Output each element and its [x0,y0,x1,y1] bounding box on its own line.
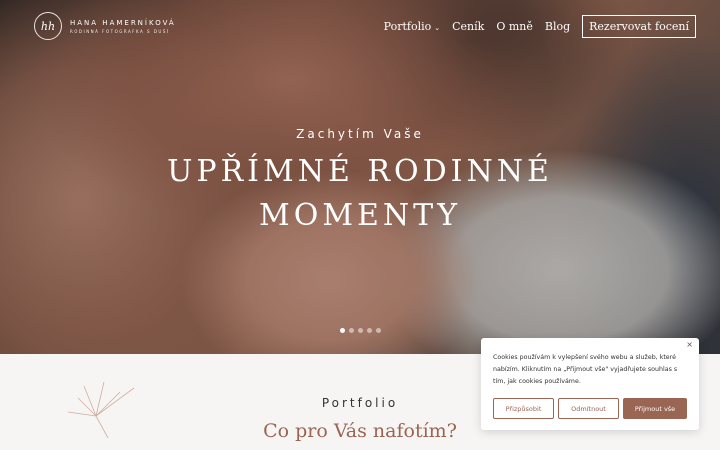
cookie-text: Cookies používám k vylepšení svého webu … [493,354,678,385]
logo-monogram: hh [34,12,62,40]
hero-title-line-2: MOMENTY [259,198,461,233]
nav-item-label: Portfolio [383,20,432,33]
logo-subtitle: RODINNÁ FOTOGRAFKA S DUŠÍ [70,28,170,34]
slider-dot[interactable] [349,328,354,333]
nav-item-o-mne[interactable]: O mně [496,20,533,33]
site-logo[interactable]: hh HANA HAMERNÍKOVÁ RODINNÁ FOTOGRAFKA S… [34,12,176,40]
cookie-banner: × Cookies používám k vylepšení svého web… [481,338,699,430]
slider-dot[interactable] [340,328,345,333]
cookie-customize-button[interactable]: Přizpůsobit [493,398,554,419]
slider-dot[interactable] [376,328,381,333]
nav-item-blog[interactable]: Blog [545,20,570,33]
slider-dot[interactable] [367,328,372,333]
logo-name: HANA HAMERNÍKOVÁ [70,18,176,27]
cookie-reject-button[interactable]: Odmítnout [558,398,619,419]
book-session-button[interactable]: Rezervovat focení [582,15,696,38]
hero-subtitle: Zachytím Vaše [296,127,424,141]
main-nav: Portfolio ⌄ Ceník O mně Blog Rezervovat f… [372,15,696,38]
chevron-down-icon: ⌄ [434,24,441,32]
hero-title: UPŘÍMNÉ RODINNÉ MOMENTY [0,150,720,238]
slider-dots [340,328,385,333]
nav-item-portfolio[interactable]: Portfolio ⌄ [384,20,440,33]
hero-title-line-1: UPŘÍMNÉ RODINNÉ [167,154,553,189]
close-icon[interactable]: × [686,340,693,349]
cookie-accept-button[interactable]: Přijmout vše [623,398,687,419]
slider-dot[interactable] [358,328,363,333]
nav-item-cenik[interactable]: Ceník [452,20,484,33]
